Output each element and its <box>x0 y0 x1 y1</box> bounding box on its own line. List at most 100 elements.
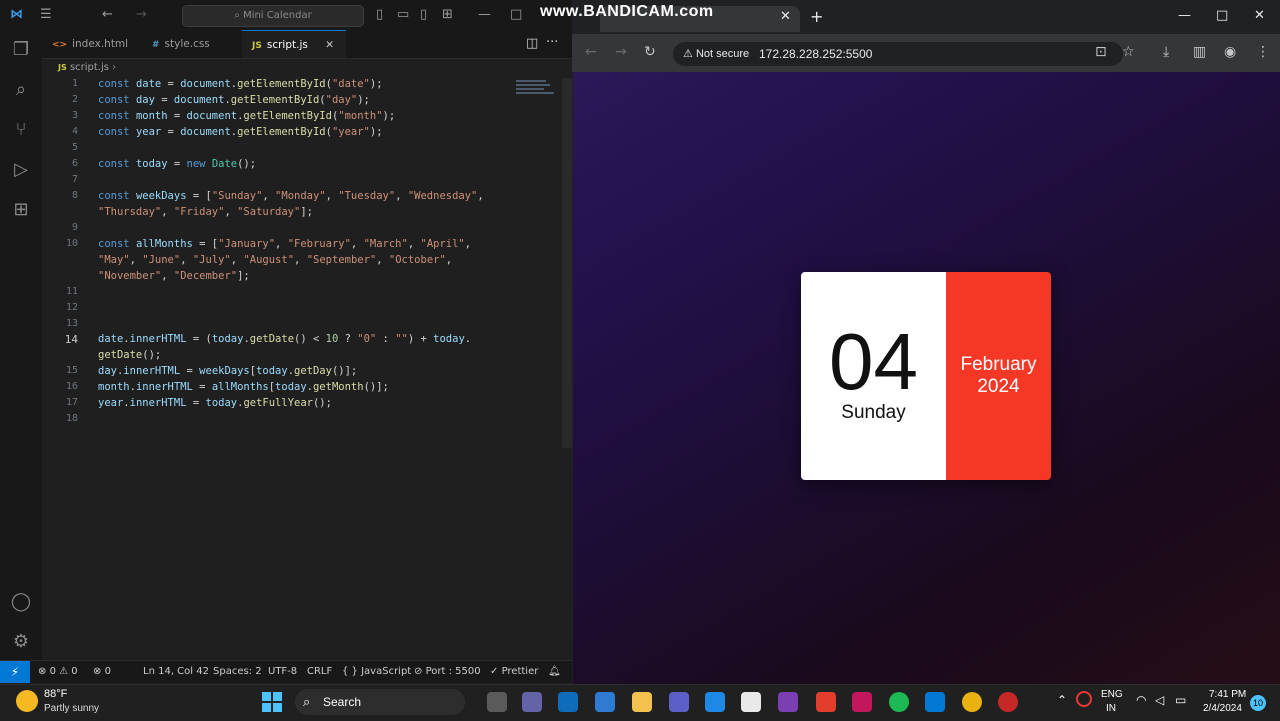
task-view-icon[interactable] <box>487 692 507 712</box>
tab-style-css[interactable]: # style.css <box>142 30 242 58</box>
chrome-icon[interactable] <box>962 692 982 712</box>
teams-icon[interactable] <box>522 692 542 712</box>
code-line: const month = document.getElementById("m… <box>98 110 396 122</box>
menu-icon[interactable]: ☰ <box>40 0 52 30</box>
toggle-sidebar-icon[interactable]: ▯ <box>376 0 383 30</box>
minimize-icon[interactable]: — <box>1178 8 1191 23</box>
activity-bar: ❐ ⌕ ⑂ ▷ ⊞ ◯ ⚙ <box>0 30 42 660</box>
more-actions-icon[interactable]: ··· <box>546 35 558 50</box>
code-line: const allMonths = ["January", "February"… <box>98 238 472 250</box>
weather-temperature[interactable]: 88°F <box>44 688 67 700</box>
side-panel-icon[interactable]: ▥ <box>1193 44 1206 60</box>
line-number: 13 <box>65 318 78 329</box>
editor-scrollbar[interactable] <box>562 78 572 448</box>
notification-badge[interactable]: 10 <box>1250 695 1266 711</box>
line-number-current: 14 <box>64 333 78 346</box>
input-language[interactable]: ENG <box>1101 689 1123 700</box>
cursor-position[interactable]: Ln 14, Col 42 <box>143 661 209 683</box>
wifi-icon[interactable]: ◠ <box>1136 693 1146 707</box>
minimap[interactable] <box>516 78 560 108</box>
file-explorer-icon[interactable] <box>632 692 652 712</box>
remote-icon[interactable]: ⚡ <box>0 661 30 683</box>
url-text[interactable]: 172.28.228.252:5500 <box>759 42 872 66</box>
minimize-icon[interactable]: — <box>478 0 491 30</box>
jetbrains-icon[interactable] <box>778 692 798 712</box>
ports-indicator[interactable]: ⊗ 0 <box>93 661 111 683</box>
translate-icon[interactable]: ⊡ <box>1095 44 1107 60</box>
browser-menu-icon[interactable]: ⋮ <box>1256 44 1270 60</box>
close-tab-icon[interactable]: ✕ <box>325 39 334 51</box>
new-tab-icon[interactable]: + <box>810 7 823 26</box>
mail-icon[interactable] <box>558 692 578 712</box>
security-indicator[interactable]: ⚠ Not secure <box>683 42 749 66</box>
clock-time[interactable]: 7:41 PM <box>1209 689 1246 700</box>
store-icon[interactable] <box>595 692 615 712</box>
chevron-right-icon: › <box>112 62 117 73</box>
tab-index-html[interactable]: <> index.html <box>42 30 142 58</box>
chevron-up-icon[interactable]: ⌃ <box>1057 693 1067 707</box>
volume-icon[interactable]: ◁ <box>1155 693 1164 707</box>
mini-calendar-card: 04 Sunday February 2024 <box>801 272 1051 480</box>
close-tab-icon[interactable]: ✕ <box>780 9 791 24</box>
line-number: 6 <box>71 158 78 169</box>
toggle-panel-icon[interactable]: ▭ <box>397 0 409 30</box>
language-mode[interactable]: { } JavaScript <box>342 661 411 683</box>
photos-icon[interactable] <box>705 692 725 712</box>
calendar-month-panel: February 2024 <box>946 272 1051 480</box>
extensions-icon[interactable]: ⊞ <box>9 198 33 222</box>
close-window-icon[interactable]: ✕ <box>1254 8 1265 23</box>
indentation[interactable]: Spaces: 2 <box>213 661 262 683</box>
download-icon[interactable]: ⤓ <box>1163 44 1169 60</box>
breadcrumb[interactable]: JS script.js › <box>42 58 116 78</box>
windows-start-icon[interactable] <box>262 692 282 712</box>
spotify-icon[interactable] <box>889 692 909 712</box>
security-label: Not secure <box>695 48 750 60</box>
back-arrow-icon[interactable]: ← <box>102 0 113 30</box>
maximize-icon[interactable]: □ <box>510 0 522 30</box>
search-icon[interactable]: ⌕ <box>9 78 33 102</box>
source-control-icon[interactable]: ⑂ <box>9 118 33 142</box>
security-app-icon[interactable] <box>669 692 689 712</box>
forward-arrow-icon[interactable]: → <box>615 44 627 60</box>
bookmark-star-icon[interactable]: ☆ <box>1122 44 1135 60</box>
code-line: const date = document.getElementById("da… <box>98 78 383 90</box>
back-arrow-icon[interactable]: ← <box>585 44 597 60</box>
maximize-icon[interactable]: □ <box>1216 8 1228 23</box>
status-bar: ⚡ ⊗ 0 ⚠ 0 ⊗ 0 Ln 14, Col 42 Spaces: 2 UT… <box>0 660 572 683</box>
taskbar-search-box[interactable]: ⌕ <box>295 689 465 715</box>
code-editor[interactable]: 1 2 3 4 5 6 7 8 9 10 11 12 13 14 15 16 1… <box>42 78 562 660</box>
input-region[interactable]: IN <box>1106 703 1116 714</box>
live-server-port[interactable]: ⊘ Port : 5500 <box>414 661 481 683</box>
code-line: "May", "June", "July", "August", "Septem… <box>98 254 453 266</box>
problems-indicator[interactable]: ⊗ 0 ⚠ 0 <box>38 661 78 683</box>
weather-description[interactable]: Partly sunny <box>44 703 99 714</box>
line-number: 4 <box>71 126 78 137</box>
toggle-secondary-sidebar-icon[interactable]: ▯ <box>420 0 427 30</box>
split-editor-icon[interactable]: ◫ <box>526 36 538 51</box>
office-icon[interactable] <box>816 692 836 712</box>
recording-icon[interactable] <box>1076 691 1092 707</box>
clock-date[interactable]: 2/4/2024 <box>1203 703 1242 714</box>
media-app-icon[interactable] <box>852 692 872 712</box>
explorer-icon[interactable]: ❐ <box>9 38 33 62</box>
breadcrumb-file[interactable]: script.js <box>70 62 109 73</box>
notepad-icon[interactable] <box>741 692 761 712</box>
weather-sun-icon[interactable] <box>16 690 38 712</box>
line-ending[interactable]: CRLF <box>307 661 332 683</box>
encoding[interactable]: UTF-8 <box>268 661 297 683</box>
prettier-status[interactable]: ✓ Prettier <box>490 661 538 683</box>
tab-script-js[interactable]: JS script.js ✕ <box>242 30 346 58</box>
settings-gear-icon[interactable]: ⚙ <box>9 630 33 654</box>
customize-layout-icon[interactable]: ⊞ <box>442 0 453 30</box>
account-icon[interactable]: ◯ <box>9 590 33 614</box>
run-debug-icon[interactable]: ▷ <box>9 158 33 182</box>
vscode-taskbar-icon[interactable] <box>925 692 945 712</box>
forward-arrow-icon[interactable]: → <box>136 0 147 30</box>
battery-icon[interactable]: ▭ <box>1175 693 1186 707</box>
profile-avatar-icon[interactable]: ◉ <box>1224 44 1236 60</box>
reload-icon[interactable]: ↻ <box>644 44 656 60</box>
notifications-bell-icon[interactable]: 🔔︎ <box>548 661 561 683</box>
line-number: 15 <box>65 365 78 376</box>
command-center-search[interactable]: ⌕ Mini Calendar <box>182 5 364 27</box>
bandicam-icon[interactable] <box>998 692 1018 712</box>
